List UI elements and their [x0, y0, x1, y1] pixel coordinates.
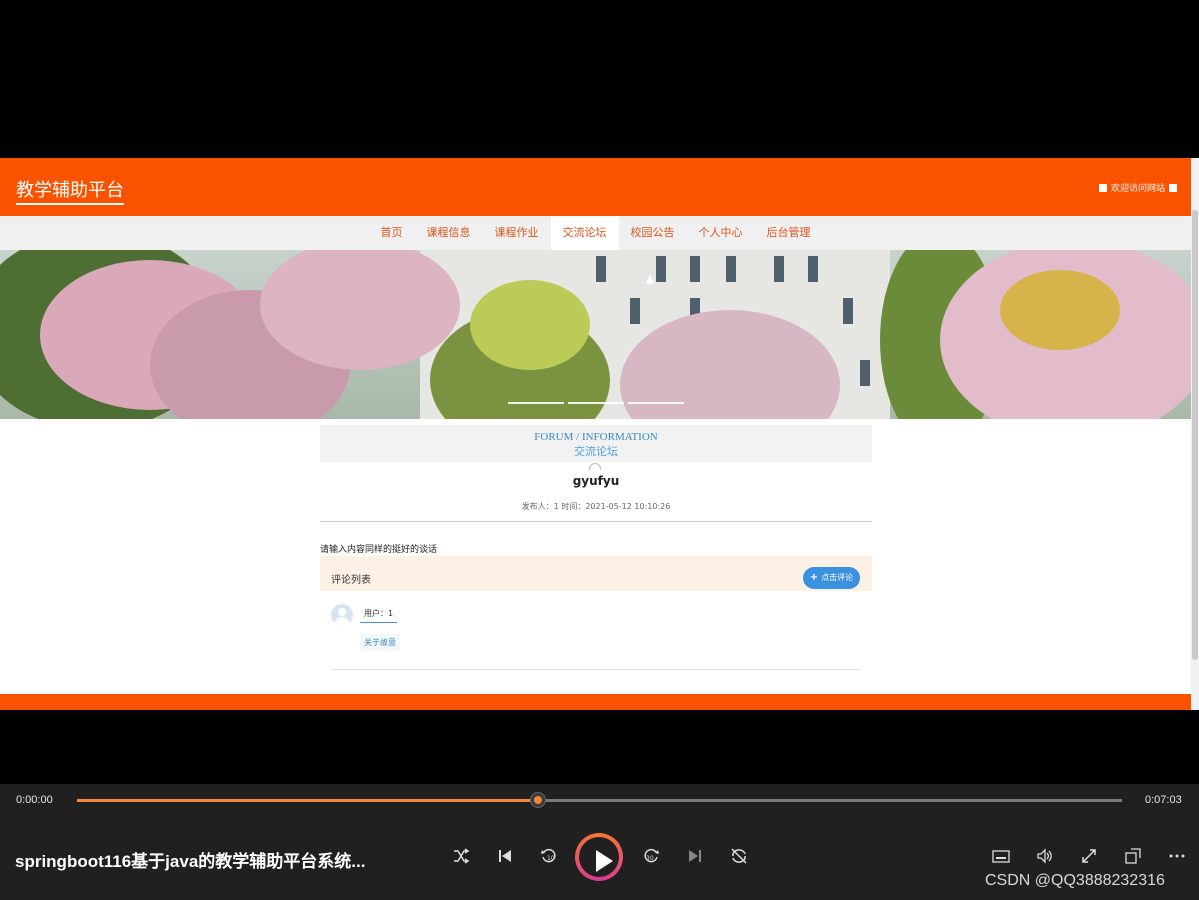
page-scrollbar[interactable]	[1191, 158, 1199, 710]
play-icon	[596, 850, 613, 872]
more-icon[interactable]	[1167, 847, 1187, 870]
video-title: springboot116基于java的教学辅助平台系统...	[15, 852, 366, 871]
post-title: gyufyu	[572, 474, 620, 488]
current-time: 0:00:00	[16, 794, 53, 806]
seek-bar-progress	[77, 799, 538, 802]
divider	[320, 521, 872, 522]
carousel-dot[interactable]	[508, 402, 564, 404]
welcome-label: 欢迎访问网站	[1110, 184, 1165, 194]
nav-item-forum[interactable]: 交流论坛	[550, 216, 619, 250]
add-comment-label: 点击评论	[821, 573, 854, 582]
svg-text:30: 30	[646, 855, 654, 862]
carousel-indicators[interactable]	[508, 402, 684, 404]
nav-item-personal-center[interactable]: 个人中心	[687, 216, 755, 250]
captions-icon[interactable]	[991, 847, 1011, 870]
total-time: 0:07:03	[1145, 794, 1182, 806]
seek-handle[interactable]	[529, 792, 546, 808]
comment-list-title: 评论列表	[331, 575, 371, 586]
plus-icon: +	[809, 572, 819, 583]
site-title[interactable]: 教学辅助平台	[16, 176, 124, 205]
divider	[331, 669, 861, 670]
avatar	[331, 604, 353, 626]
watermark: CSDN @QQ3888232316	[985, 872, 1165, 889]
seek-bar[interactable]	[77, 799, 1122, 802]
nav-item-admin[interactable]: 后台管理	[755, 216, 823, 250]
mini-player-icon[interactable]	[1123, 847, 1143, 870]
next-icon[interactable]	[685, 847, 705, 870]
main-nav: 首页 课程信息 课程作业 交流论坛 校园公告 个人中心 后台管理	[0, 216, 1191, 250]
comment-list-header: 评论列表 + 点击评论	[320, 556, 872, 591]
section-heading: FORUM / INFORMATION 交流论坛	[320, 425, 872, 462]
square-icon	[1098, 183, 1107, 192]
forward-30-icon[interactable]: 30	[641, 847, 661, 870]
site-footer	[0, 694, 1191, 710]
comment-username: 用户：1	[360, 608, 398, 623]
section-heading-cn: 交流论坛	[574, 446, 618, 458]
welcome-text: 欢迎访问网站	[1098, 181, 1177, 194]
post-content: 请输入内容同样的挺好的谈话	[320, 545, 438, 555]
nav-item-course-homework[interactable]: 课程作业	[483, 216, 551, 250]
comment-text: 关于故意	[360, 634, 400, 651]
banner-image	[0, 250, 1191, 419]
web-page-viewport: 教学辅助平台 欢迎访问网站 首页 课程信息 课程作业 交流论坛 校园公告 个人中…	[0, 158, 1191, 710]
volume-icon[interactable]	[1035, 847, 1055, 870]
nav-item-course-info[interactable]: 课程信息	[415, 216, 483, 250]
square-icon	[1169, 183, 1177, 192]
svg-text:10: 10	[547, 855, 555, 862]
site-header: 教学辅助平台 欢迎访问网站	[0, 158, 1191, 216]
carousel-dot[interactable]	[568, 402, 624, 404]
shuffle-icon[interactable]	[451, 847, 471, 870]
fullscreen-icon[interactable]	[1079, 847, 1099, 870]
previous-icon[interactable]	[495, 847, 515, 870]
carousel-dot[interactable]	[628, 402, 684, 404]
user-icon	[338, 608, 346, 616]
nav-item-home[interactable]: 首页	[369, 216, 415, 250]
play-button[interactable]	[575, 833, 623, 881]
loading-icon	[589, 463, 601, 470]
scrollbar-thumb[interactable]	[1192, 210, 1198, 660]
post-meta: 发布人：1 时间：2021-05-12 10:10:26	[521, 502, 671, 511]
repeat-icon[interactable]	[729, 847, 749, 870]
mouse-cursor-icon	[646, 274, 654, 284]
rewind-10-icon[interactable]: 10	[539, 847, 559, 870]
nav-item-announcements[interactable]: 校园公告	[619, 216, 687, 250]
section-heading-en: FORUM / INFORMATION	[534, 431, 658, 443]
add-comment-button[interactable]: + 点击评论	[803, 567, 860, 589]
